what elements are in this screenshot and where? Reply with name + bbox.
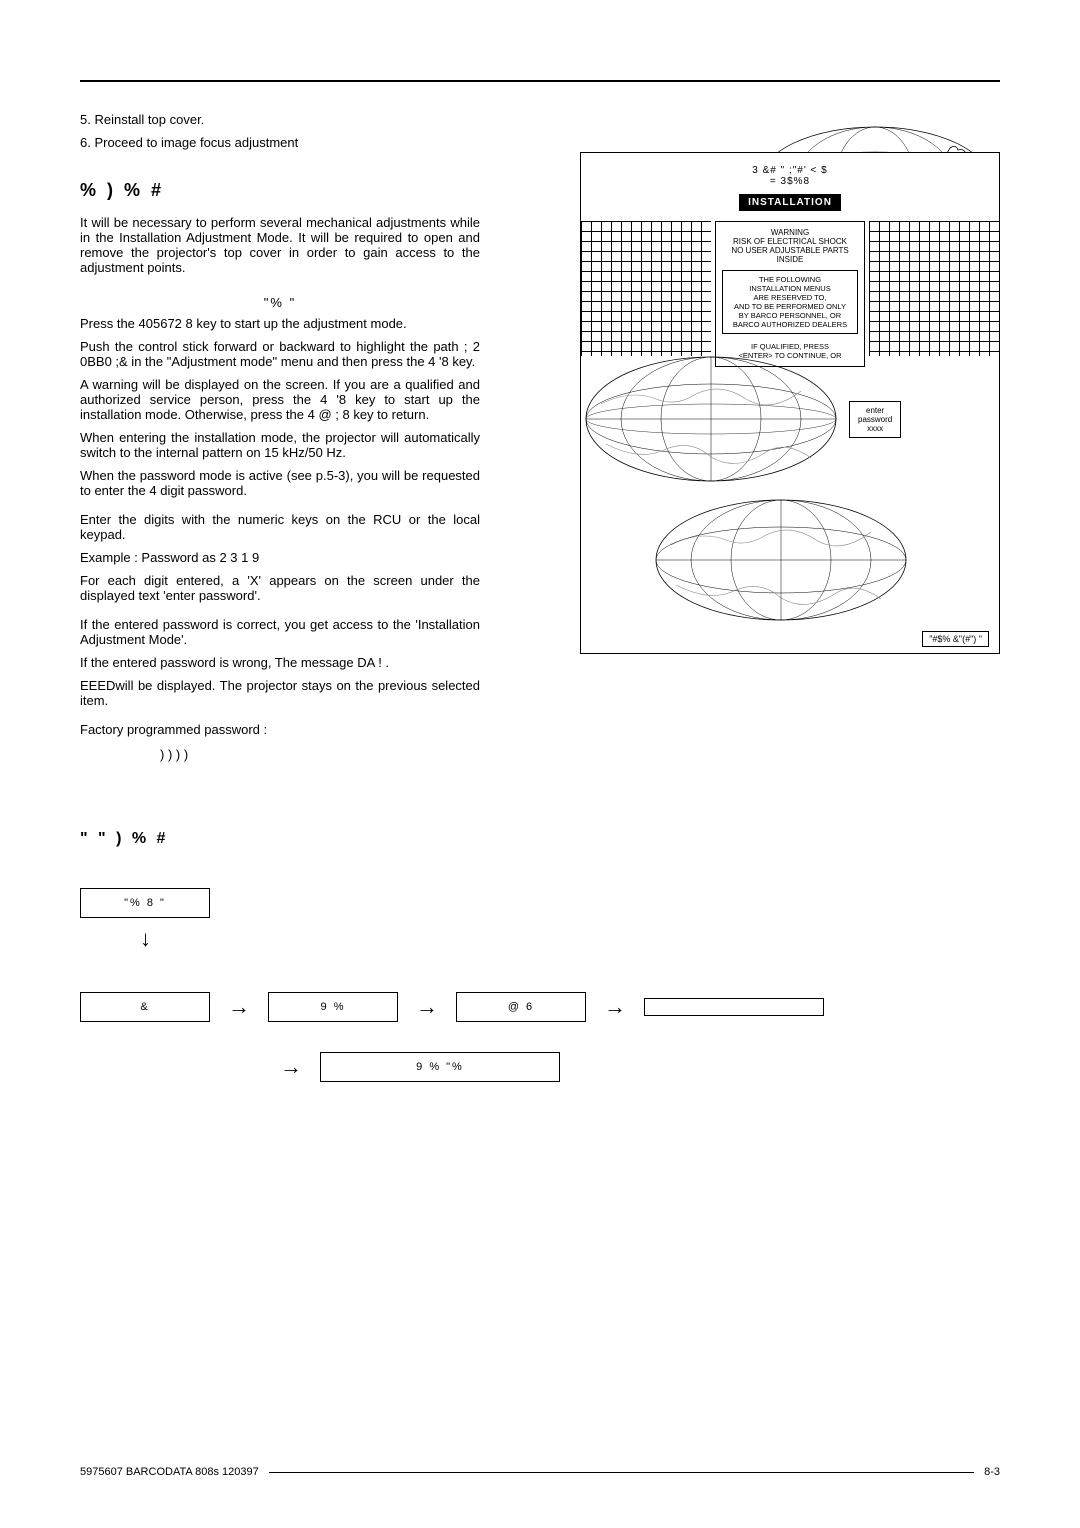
globe-middle-icon <box>581 349 841 489</box>
arrow-right-icon: → <box>228 994 250 1020</box>
enter-password-box: enter password xxxx <box>849 401 901 438</box>
flowchart-title: " " ) % # <box>80 830 1000 848</box>
intro-paragraph: It will be necessary to perform several … <box>80 215 480 275</box>
p11: Factory programmed password : <box>80 722 480 737</box>
subtitle-1: "% " <box>80 295 480 310</box>
arrow-right-icon: → <box>280 1054 302 1080</box>
flow-box-5 <box>644 998 824 1016</box>
warning-sub: THE FOLLOWING INSTALLATION MENUS ARE RES… <box>722 270 858 334</box>
p12: ) ) ) ) <box>160 747 480 762</box>
grid-left-icon <box>581 221 711 356</box>
final-box: "#$% &"(#") " <box>922 631 989 647</box>
arrow-right-icon: → <box>416 994 438 1020</box>
flow-box-2: & <box>80 992 210 1022</box>
flow-box-1: "% 8 " <box>80 888 210 918</box>
footer-left: 5975607 BARCODATA 808s 120397 <box>80 1466 259 1478</box>
grid-right-icon <box>869 221 999 356</box>
section-title: % ) % # <box>80 180 480 201</box>
warning-title: WARNING RISK OF ELECTRICAL SHOCK NO USER… <box>722 228 858 264</box>
p1: Press the 405672 8 key to start up the a… <box>80 316 480 331</box>
p6: Enter the digits with the numeric keys o… <box>80 512 480 542</box>
flowchart: "% 8 " ↓ & → 9 % → @ 6 → → 9 % "% <box>80 888 1000 1082</box>
p7: Example : Password as 2 3 1 9 <box>80 550 480 565</box>
globe-bottom-icon <box>651 495 911 625</box>
p4: When entering the installation mode, the… <box>80 430 480 460</box>
menu-installation: INSTALLATION <box>739 194 841 211</box>
diagram: 3 &# " ;"#' < $ = 3$%8 INSTALLATION WARN… <box>580 112 1000 770</box>
arrow-right-icon: → <box>604 994 626 1020</box>
p2: Push the control stick forward or backwa… <box>80 339 480 369</box>
page-footer: 5975607 BARCODATA 808s 120397 8-3 <box>80 1466 1000 1478</box>
flow-box-6: 9 % "% <box>320 1052 560 1082</box>
p9: If the entered password is correct, you … <box>80 617 480 647</box>
flow-box-3: 9 % <box>268 992 398 1022</box>
p8: For each digit entered, a 'X' appears on… <box>80 573 480 603</box>
flow-box-4: @ 6 <box>456 992 586 1022</box>
step-5: 5. Reinstall top cover. <box>80 112 480 127</box>
p10a: If the entered password is wrong, The me… <box>80 655 480 670</box>
footer-right: 8-3 <box>984 1466 1000 1478</box>
p3: A warning will be displayed on the scree… <box>80 377 480 422</box>
step-6: 6. Proceed to image focus adjustment <box>80 135 480 150</box>
warning-box: WARNING RISK OF ELECTRICAL SHOCK NO USER… <box>715 221 865 367</box>
arrow-down-icon: ↓ <box>140 926 1000 952</box>
menu-header: 3 &# " ;"#' < $ = 3$%8 <box>711 165 869 187</box>
p10b: EEEDwill be displayed. The projector sta… <box>80 678 480 708</box>
p5: When the password mode is active (see p.… <box>80 468 480 498</box>
